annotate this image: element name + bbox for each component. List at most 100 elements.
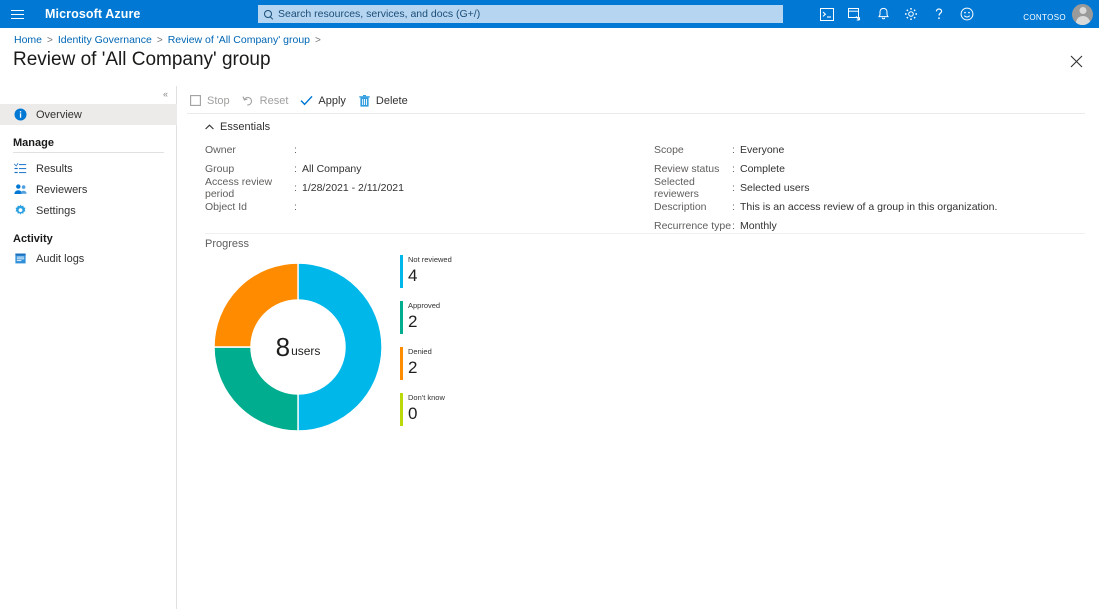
list-results-icon	[13, 162, 27, 176]
legend-label: Approved	[408, 301, 440, 311]
essentials-colon: :	[294, 201, 302, 213]
essentials-label: Object Id	[205, 201, 294, 213]
sidebar-item-reviewers[interactable]: Reviewers	[0, 179, 177, 200]
essentials-value-scope: Everyone	[740, 144, 784, 156]
legend-color-swatch	[400, 347, 403, 380]
donut-slice-not-reviewed[interactable]	[298, 263, 382, 431]
help-question-icon[interactable]	[925, 0, 953, 28]
essentials-colon: :	[732, 163, 740, 175]
essentials-value-selected-reviewers: Selected users	[740, 182, 809, 194]
stop-square-icon	[189, 94, 202, 107]
legend-color-swatch	[400, 301, 403, 334]
delete-button[interactable]: Delete	[356, 88, 418, 113]
breadcrumb-item-review[interactable]: Review of 'All Company' group	[168, 34, 310, 46]
page-title: Review of 'All Company' group	[13, 49, 271, 71]
stop-button[interactable]: Stop	[187, 88, 240, 113]
legend-color-swatch	[400, 393, 403, 426]
nav-items-list: Overview Manage Results Reviewers Settin…	[0, 104, 177, 269]
close-icon[interactable]	[1065, 50, 1087, 72]
hamburger-icon[interactable]	[0, 0, 34, 28]
left-navigation: « Overview Manage Results Reviewers	[0, 86, 177, 609]
essentials-colon: :	[294, 163, 302, 175]
breadcrumb: Home > Identity Governance > Review of '…	[14, 34, 321, 46]
legend-value: 4	[408, 266, 452, 286]
essentials-row-object-id: Object Id :	[205, 197, 404, 216]
essentials-label: Review status	[654, 163, 732, 175]
account-names: CONTOSO	[1023, 5, 1066, 23]
essentials-row-selected-reviewers: Selected reviewers : Selected users	[654, 178, 997, 197]
apply-button[interactable]: Apply	[298, 88, 356, 113]
breadcrumb-item-identity-governance[interactable]: Identity Governance	[58, 34, 152, 46]
nav-divider	[13, 152, 164, 153]
progress-donut-chart[interactable]: 8 users	[211, 260, 385, 434]
command-bar-divider	[187, 113, 1085, 114]
essentials-left-column: Owner : Group : All Company Access revie…	[205, 140, 404, 216]
progress-section-label: Progress	[205, 238, 249, 250]
breadcrumb-item-home[interactable]: Home	[14, 34, 42, 46]
info-circle-icon	[13, 108, 27, 122]
account-tenant-name: CONTOSO	[1023, 14, 1066, 22]
directories-subscriptions-icon[interactable]	[841, 0, 869, 28]
command-bar: Stop Reset Apply Delete	[187, 88, 418, 113]
sidebar-item-label: Settings	[36, 205, 76, 217]
donut-slice-approved[interactable]	[214, 347, 298, 431]
essentials-row-owner: Owner :	[205, 140, 404, 159]
essentials-header-label: Essentials	[220, 121, 270, 133]
azure-top-bar: Microsoft Azure Search resources, servic…	[0, 0, 1099, 28]
sidebar-item-label: Overview	[36, 109, 82, 121]
delete-trash-icon	[358, 94, 371, 107]
legend-item-approved[interactable]: Approved 2	[400, 301, 452, 334]
legend-value: 2	[408, 312, 440, 332]
essentials-value-recurrence-type: Monthly	[740, 220, 777, 232]
nav-group-title-activity: Activity	[0, 233, 177, 245]
legend-value: 0	[408, 404, 445, 424]
sidebar-item-audit-logs[interactable]: Audit logs	[0, 248, 177, 269]
account-menu[interactable]: CONTOSO	[1023, 0, 1093, 28]
essentials-colon: :	[732, 182, 740, 194]
cloud-shell-icon[interactable]	[813, 0, 841, 28]
search-placeholder: Search resources, services, and docs (G+…	[278, 8, 480, 20]
search-input[interactable]: Search resources, services, and docs (G+…	[258, 5, 783, 23]
settings-gear-icon[interactable]	[897, 0, 925, 28]
essentials-label: Recurrence type	[654, 220, 732, 232]
essentials-divider	[205, 233, 1085, 234]
reset-button-label: Reset	[260, 95, 289, 107]
essentials-label: Selected reviewers	[654, 176, 732, 200]
nav-group-title-manage: Manage	[0, 137, 177, 149]
sidebar-item-label: Reviewers	[36, 184, 87, 196]
notifications-bell-icon[interactable]	[869, 0, 897, 28]
delete-button-label: Delete	[376, 95, 408, 107]
legend-value: 2	[408, 358, 432, 378]
essentials-toggle[interactable]: Essentials	[205, 121, 270, 133]
essentials-colon: :	[732, 144, 740, 156]
chevron-up-icon	[205, 123, 214, 132]
people-reviewers-icon	[13, 183, 27, 197]
sidebar-item-results[interactable]: Results	[0, 158, 177, 179]
sidebar-item-overview[interactable]: Overview	[0, 104, 177, 125]
legend-item-dont-know[interactable]: Don't know 0	[400, 393, 452, 426]
essentials-value-description: This is an access review of a group in t…	[740, 201, 997, 213]
essentials-row-access-review-period: Access review period : 1/28/2021 - 2/11/…	[205, 178, 404, 197]
legend-label: Don't know	[408, 393, 445, 403]
legend-item-not-reviewed[interactable]: Not reviewed 4	[400, 255, 452, 288]
essentials-value-review-status: Complete	[740, 163, 785, 175]
essentials-label: Access review period	[205, 176, 294, 200]
essentials-value-access-review-period: 1/28/2021 - 2/11/2021	[302, 182, 404, 194]
avatar[interactable]	[1072, 4, 1093, 25]
brand-label[interactable]: Microsoft Azure	[45, 7, 141, 21]
reset-undo-icon	[242, 94, 255, 107]
legend-color-swatch	[400, 255, 403, 288]
sidebar-item-label: Results	[36, 163, 73, 175]
sidebar-item-settings[interactable]: Settings	[0, 200, 177, 221]
feedback-smiley-icon[interactable]	[953, 0, 981, 28]
essentials-label: Scope	[654, 144, 732, 156]
essentials-colon: :	[732, 220, 740, 232]
progress-legend: Not reviewed 4 Approved 2 Denied 2 Don't…	[400, 255, 452, 426]
legend-item-denied[interactable]: Denied 2	[400, 347, 452, 380]
collapse-nav-icon[interactable]: «	[163, 90, 168, 99]
essentials-label: Description	[654, 201, 732, 213]
reset-button[interactable]: Reset	[240, 88, 299, 113]
donut-slice-denied[interactable]	[214, 263, 298, 347]
donut-svg	[211, 260, 385, 434]
essentials-colon: :	[294, 144, 302, 156]
